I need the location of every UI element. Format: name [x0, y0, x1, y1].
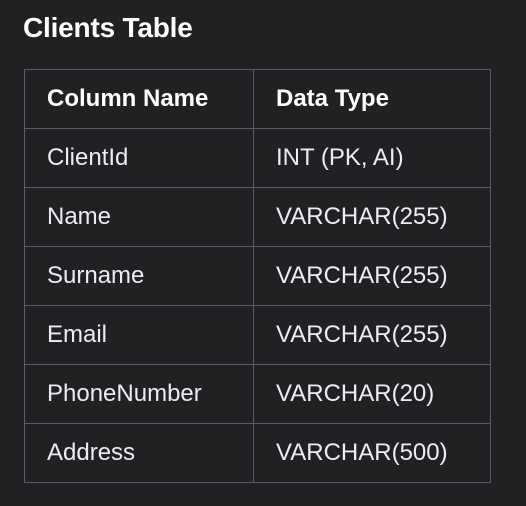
data-type-cell: VARCHAR(20) [253, 364, 491, 424]
table-row: PhoneNumber VARCHAR(20) [24, 364, 491, 424]
data-type-cell: INT (PK, AI) [253, 128, 491, 188]
table-row: ClientId INT (PK, AI) [24, 128, 491, 188]
column-name-cell: ClientId [24, 128, 254, 188]
data-type-cell: VARCHAR(500) [253, 423, 491, 483]
data-type-cell: VARCHAR(255) [253, 305, 491, 365]
table-title: Clients Table [23, 12, 193, 43]
table-row: Address VARCHAR(500) [24, 423, 491, 483]
table-row: Email VARCHAR(255) [24, 305, 491, 365]
column-name-cell: Name [24, 187, 254, 247]
data-type-cell: VARCHAR(255) [253, 187, 491, 247]
table-row: Name VARCHAR(255) [24, 187, 491, 247]
clients-table: Column Name Data Type ClientId INT (PK, … [24, 69, 491, 483]
column-name-cell: PhoneNumber [24, 364, 254, 424]
data-type-cell: VARCHAR(255) [253, 246, 491, 306]
table-header-row: Column Name Data Type [24, 69, 491, 129]
column-name-cell: Address [24, 423, 254, 483]
header-data-type: Data Type [253, 69, 491, 129]
column-name-cell: Surname [24, 246, 254, 306]
column-name-cell: Email [24, 305, 254, 365]
header-column-name: Column Name [24, 69, 254, 129]
table-row: Surname VARCHAR(255) [24, 246, 491, 306]
